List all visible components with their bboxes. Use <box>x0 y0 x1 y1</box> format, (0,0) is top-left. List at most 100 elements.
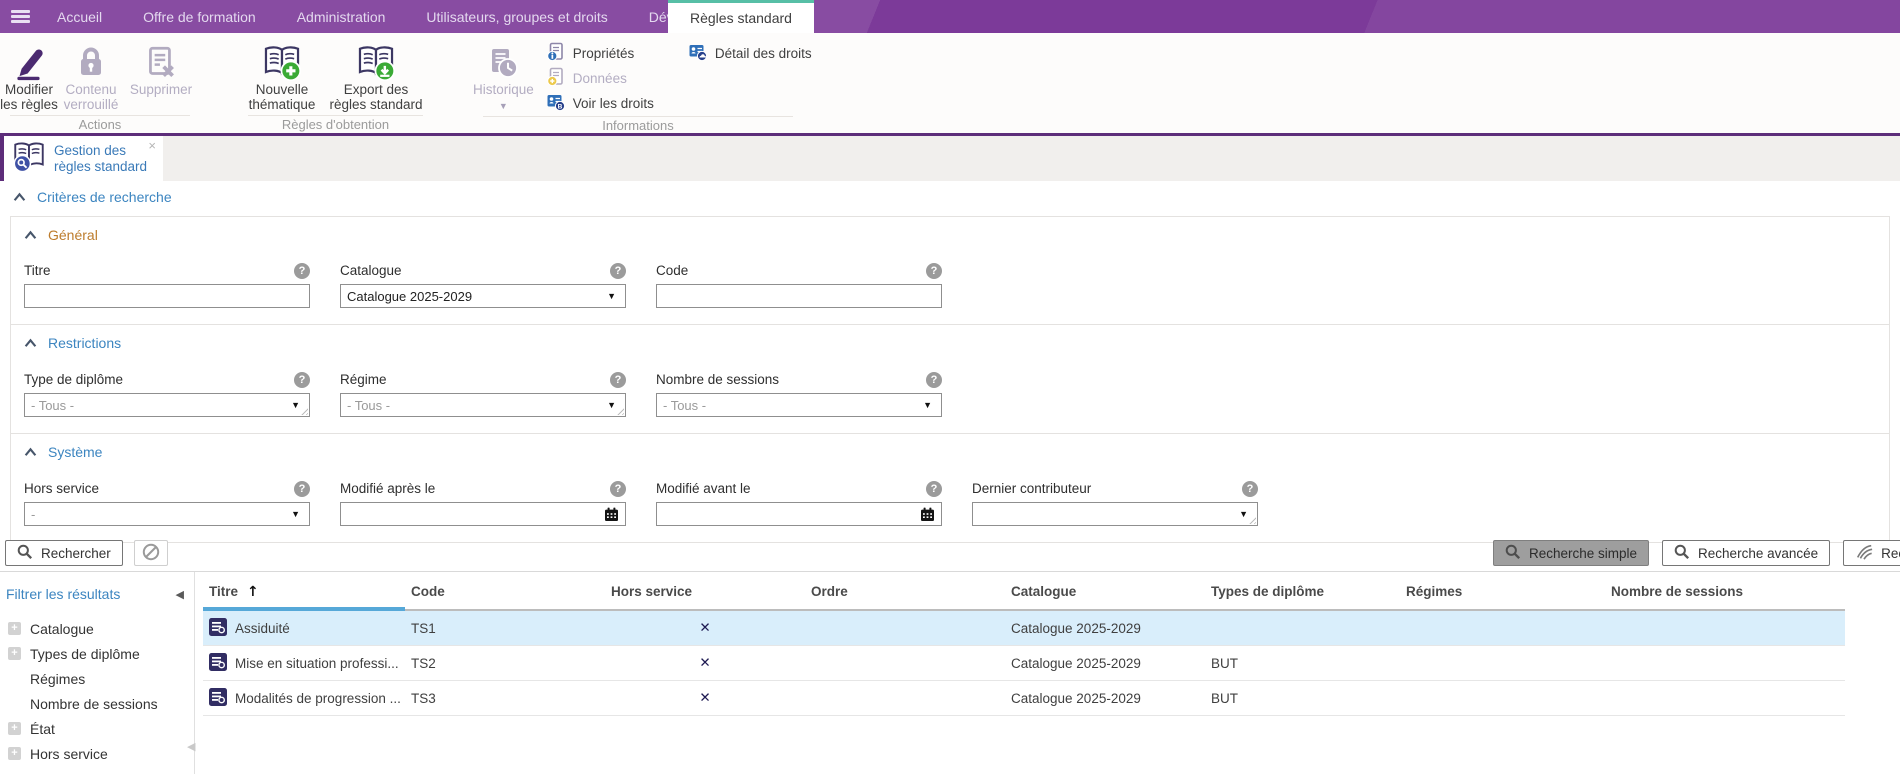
nav-item-offre-de-formation[interactable]: Offre de formation <box>129 0 270 33</box>
ribbon-toolbar: Modifier les règles Contenu verrouillé S… <box>0 33 1900 133</box>
solr-search-button[interactable]: Recherche Solr <box>1843 540 1900 566</box>
code-label: Code <box>656 263 942 280</box>
table-row[interactable]: Mise en situation professi... TS2 ✕ Cata… <box>203 646 1845 681</box>
search-criteria-header[interactable]: Critères de recherche <box>13 189 172 205</box>
nav-item-accueil[interactable]: Accueil <box>43 0 116 33</box>
help-icon[interactable]: ? <box>610 481 626 497</box>
expand-plus-icon[interactable]: + <box>8 722 21 735</box>
sorted-column-underline <box>203 607 405 611</box>
filter-item-catalogue[interactable]: + Catalogue <box>0 616 194 641</box>
resize-grip[interactable] <box>299 406 308 415</box>
document-tabstrip: Gestion des règles standard × <box>0 136 1900 181</box>
section-systeme-header[interactable]: Système <box>11 434 1889 460</box>
rights-detail-label: Détail des droits <box>715 46 812 61</box>
rule-document-icon <box>209 653 227 674</box>
svg-text:B: B <box>557 103 562 110</box>
resize-grip[interactable] <box>615 406 624 415</box>
search-actions-row: Rechercher <box>5 540 168 566</box>
column-header-types-de-diplome[interactable]: Types de diplôme <box>1205 584 1400 599</box>
help-icon[interactable]: ? <box>294 263 310 279</box>
titre-input[interactable] <box>24 284 310 308</box>
table-row[interactable]: Assiduité TS1 ✕ Catalogue 2025-2029 <box>203 611 1845 646</box>
modifie-apres-date-input[interactable] <box>340 502 626 526</box>
help-icon[interactable]: ? <box>610 263 626 279</box>
column-header-titre[interactable]: Titre↑ <box>203 584 405 600</box>
hors-service-cross-icon: ✕ <box>605 690 805 706</box>
cell-types-de-diplome: BUT <box>1205 656 1400 671</box>
section-general-header[interactable]: Général <box>11 217 1889 243</box>
field-titre: Titre ? <box>24 263 310 308</box>
close-icon[interactable]: × <box>148 138 156 153</box>
results-area: Filtrer les résultats ◀ + Catalogue + Ty… <box>0 571 1900 774</box>
advanced-search-button[interactable]: Recherche avancée <box>1662 540 1830 566</box>
delete-label: Supprimer <box>130 82 192 97</box>
help-icon[interactable]: ? <box>1242 481 1258 497</box>
view-rights-button[interactable]: B Voir les droits <box>546 91 654 116</box>
hamburger-menu-icon[interactable] <box>11 10 30 23</box>
export-standard-rules-button[interactable]: Export des règles standard <box>326 38 426 112</box>
circle-slash-icon <box>142 543 160 564</box>
modifie-avant-date-input[interactable] <box>656 502 942 526</box>
catalogue-select[interactable]: Catalogue 2025-2029 ▼ <box>340 284 626 308</box>
field-modifie-avant: Modifié avant le ? <box>656 481 942 526</box>
dernier-contributeur-select[interactable]: ▼ <box>972 502 1258 526</box>
dropdown-arrow-icon: ▼ <box>923 400 932 410</box>
rights-detail-button[interactable]: Détail des droits <box>688 41 812 66</box>
filter-item-hors-service[interactable]: + Hors service <box>0 741 194 766</box>
table-row[interactable]: Modalités de progression ... TS3 ✕ Catal… <box>203 681 1845 716</box>
help-icon[interactable]: ? <box>294 481 310 497</box>
code-input[interactable] <box>656 284 942 308</box>
nav-tab-regles-standard[interactable]: Règles standard <box>668 0 814 33</box>
new-thematic-button[interactable]: Nouvelle thématique <box>238 38 326 112</box>
calendar-icon[interactable] <box>604 507 619 522</box>
calendar-icon[interactable] <box>920 507 935 522</box>
hors-service-label: Hors service <box>24 481 310 498</box>
nombre-sessions-select[interactable]: - Tous - ▼ <box>656 393 942 417</box>
pencil-icon <box>10 40 48 82</box>
filter-item-etat[interactable]: + État <box>0 716 194 741</box>
modify-rules-button[interactable]: Modifier les règles <box>0 38 58 112</box>
ribbon-group-informations: Historique ▼ Propriétés Données <box>473 33 803 133</box>
column-header-regimes[interactable]: Régimes <box>1400 584 1605 599</box>
section-restrictions-header[interactable]: Restrictions <box>11 325 1889 351</box>
nav-item-administration[interactable]: Administration <box>283 0 400 33</box>
filter-item-types-de-diplome[interactable]: + Types de diplôme <box>0 641 194 666</box>
column-header-code[interactable]: Code <box>405 584 605 599</box>
hors-service-select[interactable]: - ▼ <box>24 502 310 526</box>
expand-plus-icon[interactable]: + <box>8 647 21 660</box>
history-icon <box>485 40 521 82</box>
field-nombre-sessions: Nombre de sessions ? - Tous - ▼ <box>656 372 942 417</box>
data-button: Données <box>546 66 654 91</box>
field-type-de-diplome: Type de diplôme ? - Tous - ▼ <box>24 372 310 417</box>
help-icon[interactable]: ? <box>294 372 310 388</box>
chevron-up-icon <box>24 444 37 460</box>
regime-select[interactable]: - Tous - ▼ <box>340 393 626 417</box>
help-icon[interactable]: ? <box>926 481 942 497</box>
help-icon[interactable]: ? <box>610 372 626 388</box>
expand-plus-icon[interactable]: + <box>8 747 21 760</box>
nombre-sessions-label: Nombre de sessions <box>656 372 942 389</box>
help-icon[interactable]: ? <box>926 372 942 388</box>
resize-grip[interactable] <box>1247 515 1256 524</box>
collapse-left-icon[interactable]: ◀ <box>176 588 184 601</box>
column-header-nombre-de-sessions[interactable]: Nombre de sessions <box>1605 584 1845 599</box>
simple-search-button[interactable]: Recherche simple <box>1493 540 1649 566</box>
filter-item-nombre-de-sessions[interactable]: Nombre de sessions <box>0 691 194 716</box>
search-button[interactable]: Rechercher <box>5 540 123 566</box>
expand-plus-icon[interactable]: + <box>8 622 21 635</box>
column-header-ordre[interactable]: Ordre <box>805 584 1005 599</box>
column-header-hors-service[interactable]: Hors service <box>605 584 805 599</box>
sidebar-splitter-handle[interactable]: ◀ <box>187 740 195 753</box>
field-catalogue: Catalogue ? Catalogue 2025-2029 ▼ <box>340 263 626 308</box>
nav-item-utilisateurs-groupes-droits[interactable]: Utilisateurs, groupes et droits <box>412 0 621 33</box>
tab-gestion-regles-standard[interactable]: Gestion des règles standard × <box>0 136 163 181</box>
ribbon-group-regles-obtention: Nouvelle thématique <box>238 33 433 133</box>
view-rights-label: Voir les droits <box>573 96 654 111</box>
properties-button[interactable]: Propriétés <box>546 41 654 66</box>
titre-label: Titre <box>24 263 310 280</box>
type-diplome-select[interactable]: - Tous - ▼ <box>24 393 310 417</box>
help-icon[interactable]: ? <box>926 263 942 279</box>
filter-item-regimes[interactable]: Régimes <box>0 666 194 691</box>
cell-code: TS3 <box>405 691 605 706</box>
column-header-catalogue[interactable]: Catalogue <box>1005 584 1205 599</box>
